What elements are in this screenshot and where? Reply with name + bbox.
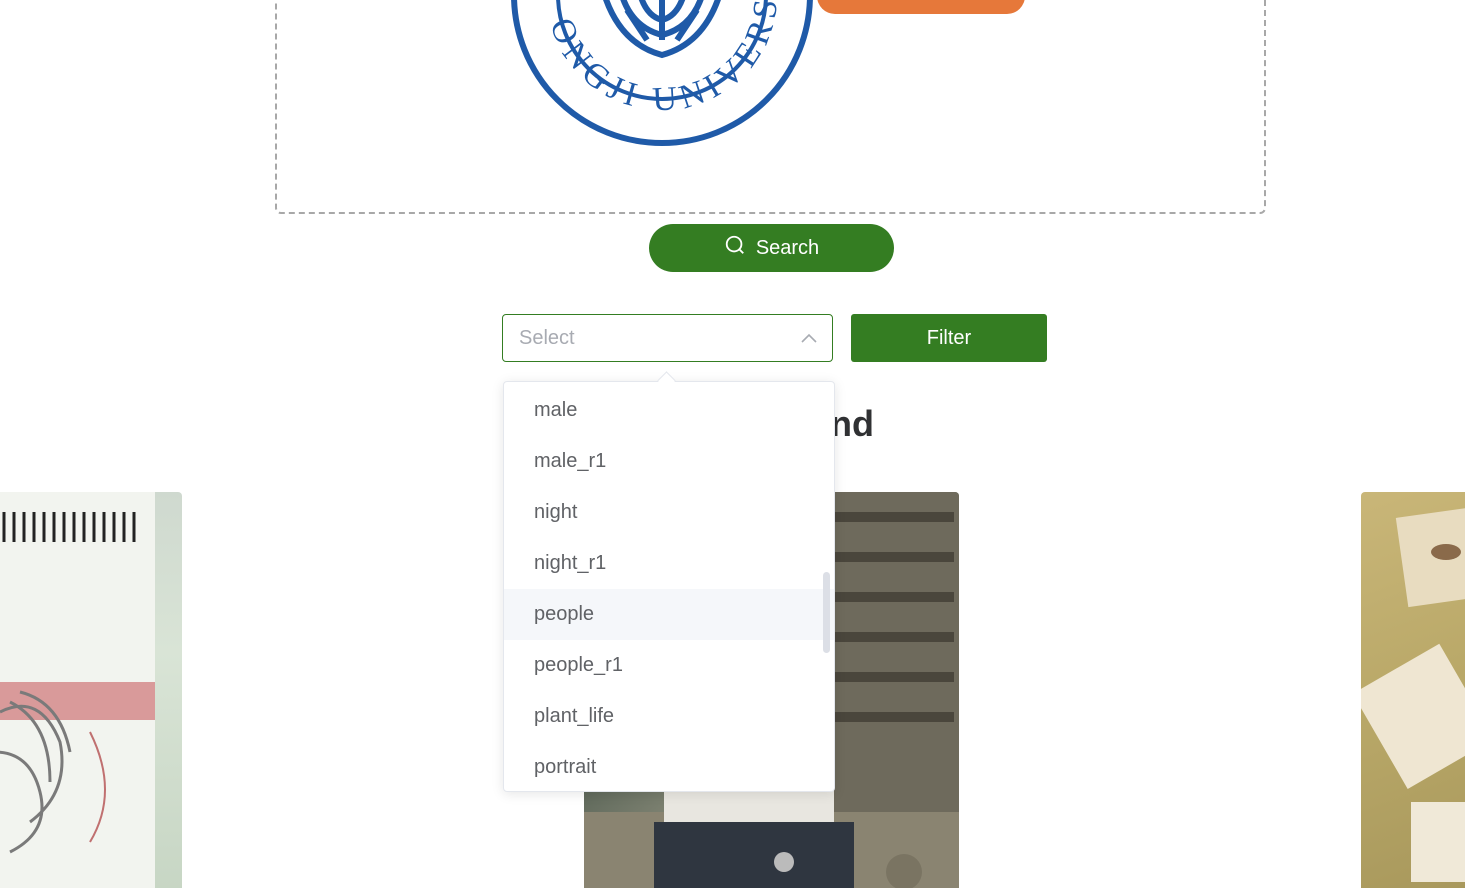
search-icon (724, 234, 746, 262)
search-button[interactable]: Search (649, 224, 894, 272)
tongji-university-logo: ONGJI UNIVERSITY (492, 0, 817, 150)
upload-action-button[interactable] (817, 0, 1025, 14)
logo-text: ONGJI UNIVERSITY (492, 0, 780, 119)
category-select[interactable]: Select (502, 314, 833, 362)
option-night-r1[interactable]: night_r1 (504, 538, 834, 589)
dropdown-options: male male_r1 night night_r1 people peopl… (504, 382, 834, 791)
chevron-up-icon (800, 331, 818, 345)
dropdown-scrollbar[interactable] (823, 572, 830, 653)
option-people-r1[interactable]: people_r1 (504, 640, 834, 691)
filter-button[interactable]: Filter (851, 314, 1047, 362)
result-image[interactable] (0, 492, 182, 888)
option-plant-life[interactable]: plant_life (504, 691, 834, 742)
option-male[interactable]: male (504, 385, 834, 436)
option-people[interactable]: people (504, 589, 834, 640)
page: ONGJI UNIVERSITY Search Select Filter ou… (0, 0, 1465, 888)
select-placeholder: Select (519, 327, 575, 349)
result-image[interactable] (1361, 492, 1465, 888)
svg-text:ONGJI UNIVERSITY: ONGJI UNIVERSITY (507, 0, 786, 119)
option-portrait[interactable]: portrait (504, 742, 834, 791)
option-night[interactable]: night (504, 487, 834, 538)
select-dropdown: male male_r1 night night_r1 people peopl… (503, 381, 835, 792)
search-button-label: Search (755, 236, 820, 259)
option-male-r1[interactable]: male_r1 (504, 436, 834, 487)
